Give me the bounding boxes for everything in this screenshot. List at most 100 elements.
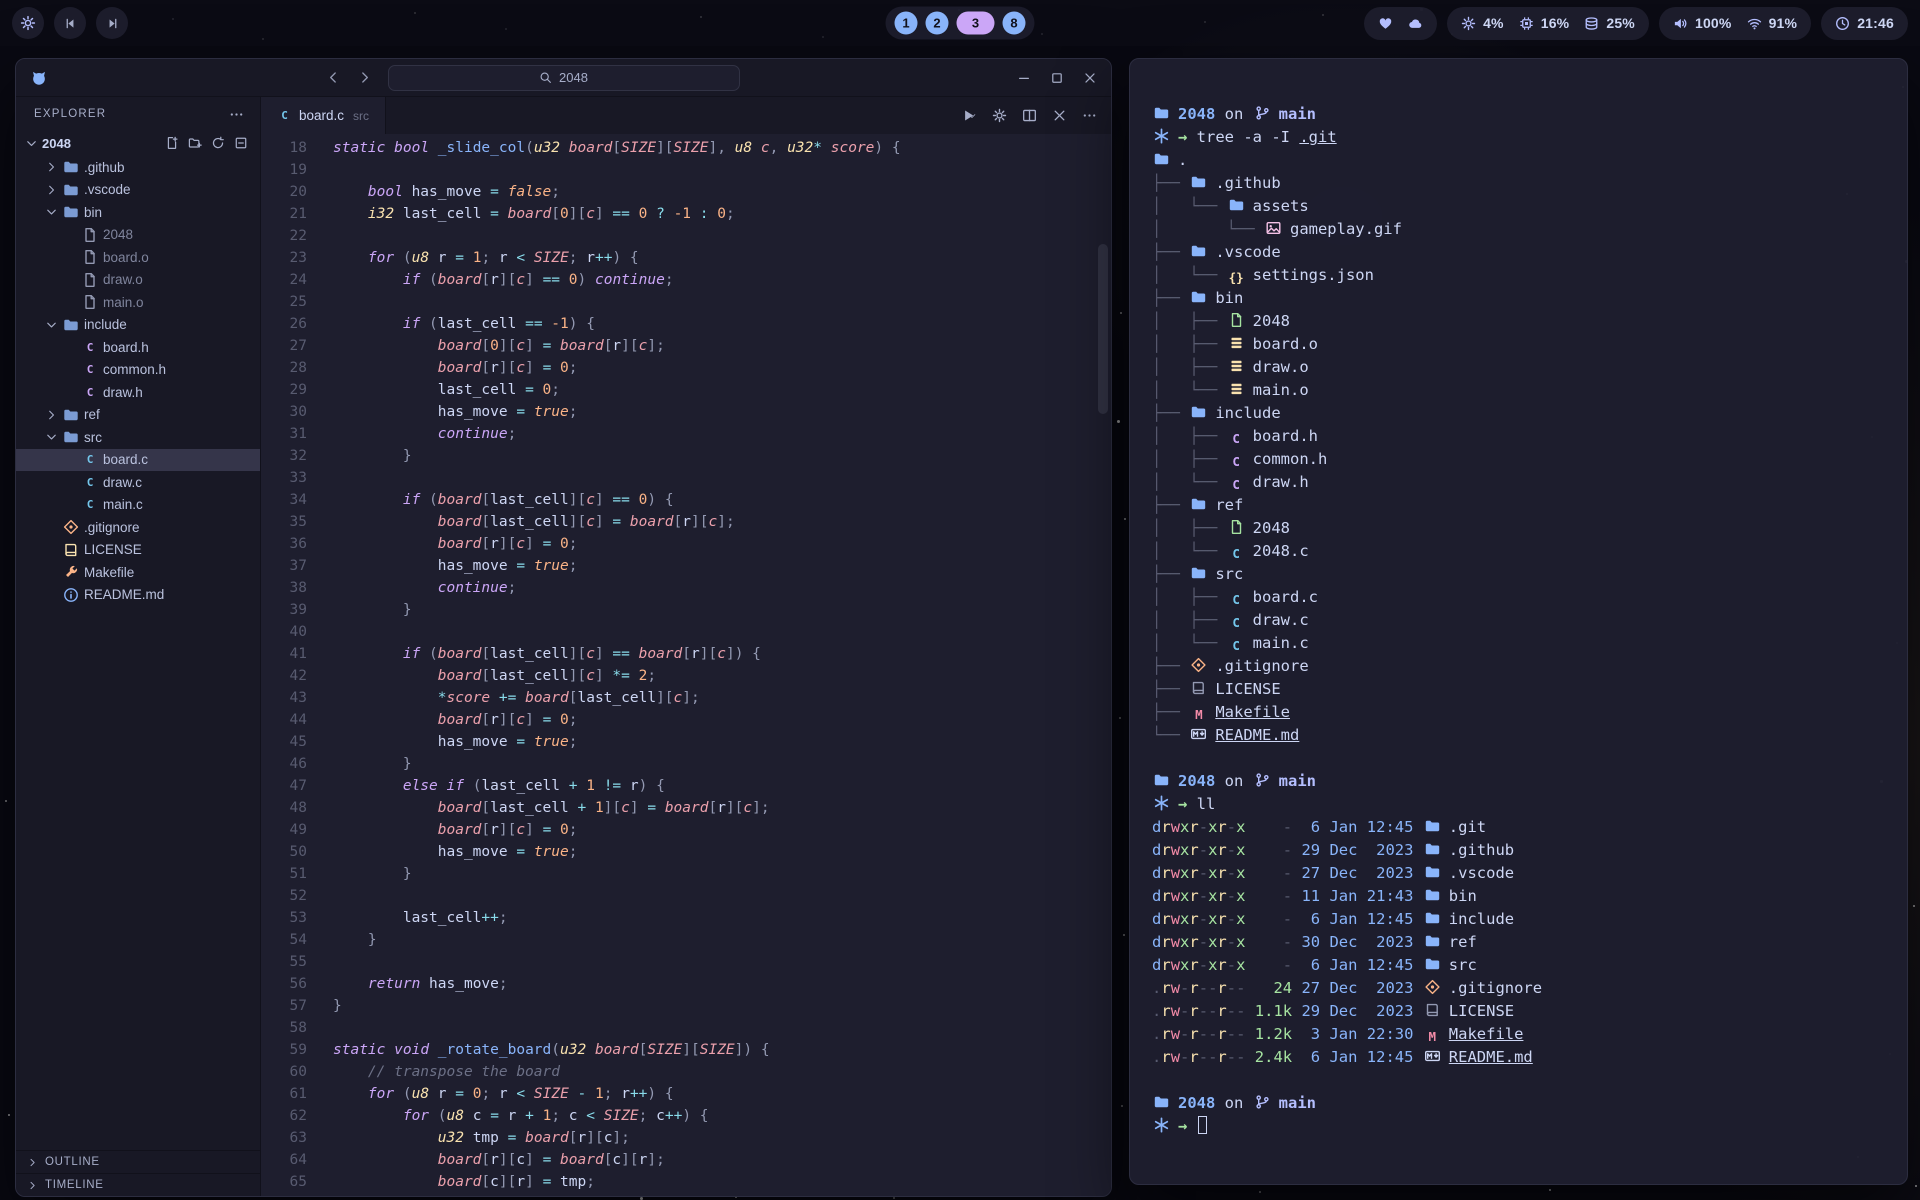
code-line-64[interactable]: 64 board[r][c] = board[c][r];: [261, 1149, 1111, 1171]
settings-gear-icon[interactable]: [992, 108, 1007, 123]
close-editor-icon[interactable]: [1052, 108, 1067, 123]
refresh-icon[interactable]: [211, 136, 225, 150]
explorer-item-draw.o[interactable]: draw.o: [16, 269, 260, 292]
workspace-8[interactable]: 8: [1003, 12, 1026, 35]
status-group-clock[interactable]: 21:46: [1821, 7, 1908, 40]
history-forward-button[interactable]: [357, 70, 372, 85]
code-line-49[interactable]: 49 board[r][c] = 0;: [261, 819, 1111, 841]
minimize-button[interactable]: [1017, 71, 1031, 85]
code-line-33[interactable]: 33: [261, 467, 1111, 489]
code-editor[interactable]: 18static bool _slide_col(u32 board[SIZE]…: [261, 134, 1111, 1196]
split-editor-icon[interactable]: [1022, 108, 1037, 123]
editor-scrollbar[interactable]: [1098, 244, 1108, 414]
code-line-31[interactable]: 31 continue;: [261, 423, 1111, 445]
explorer-root-folder[interactable]: 2048: [16, 131, 260, 155]
code-line-63[interactable]: 63 u32 tmp = board[r][c];: [261, 1127, 1111, 1149]
code-line-36[interactable]: 36 board[r][c] = 0;: [261, 533, 1111, 555]
explorer-item-Makefile[interactable]: Makefile: [16, 561, 260, 584]
code-line-43[interactable]: 43 *score += board[last_cell][c];: [261, 687, 1111, 709]
new-file-icon[interactable]: [165, 136, 179, 150]
code-line-22[interactable]: 22: [261, 225, 1111, 247]
code-line-26[interactable]: 26 if (last_cell == -1) {: [261, 313, 1111, 335]
code-line-39[interactable]: 39 }: [261, 599, 1111, 621]
code-line-29[interactable]: 29 last_cell = 0;: [261, 379, 1111, 401]
status-group-weather[interactable]: [1364, 7, 1437, 40]
maximize-button[interactable]: [1050, 71, 1064, 85]
new-folder-icon[interactable]: [188, 136, 202, 150]
code-line-57[interactable]: 57}: [261, 995, 1111, 1017]
code-line-41[interactable]: 41 if (board[last_cell][c] == board[r][c…: [261, 643, 1111, 665]
code-line-50[interactable]: 50 has_move = true;: [261, 841, 1111, 863]
code-line-60[interactable]: 60 // transpose the board: [261, 1061, 1111, 1083]
run-button[interactable]: [961, 108, 977, 123]
code-line-59[interactable]: 59static void _rotate_board(u32 board[SI…: [261, 1039, 1111, 1061]
code-line-27[interactable]: 27 board[0][c] = board[r][c];: [261, 335, 1111, 357]
history-back-button[interactable]: [326, 70, 341, 85]
explorer-item-2048[interactable]: 2048: [16, 224, 260, 247]
code-line-18[interactable]: 18static bool _slide_col(u32 board[SIZE]…: [261, 137, 1111, 159]
explorer-item-.github[interactable]: .github: [16, 156, 260, 179]
explorer-item-main.c[interactable]: Cmain.c: [16, 494, 260, 517]
tab-board-c[interactable]: C board.c src: [261, 97, 386, 134]
code-line-58[interactable]: 58: [261, 1017, 1111, 1039]
workspace-3[interactable]: 3: [957, 12, 995, 35]
code-line-56[interactable]: 56 return has_move;: [261, 973, 1111, 995]
explorer-item-LICENSE[interactable]: LICENSE: [16, 539, 260, 562]
code-line-28[interactable]: 28 board[r][c] = 0;: [261, 357, 1111, 379]
outline-panel[interactable]: OUTLINE: [16, 1150, 260, 1173]
more-editor-actions-icon[interactable]: [1082, 108, 1097, 123]
terminal-window[interactable]: 2048 on main→ tree -a -I .git.├── .githu…: [1129, 58, 1908, 1185]
code-line-23[interactable]: 23 for (u8 r = 1; r < SIZE; r++) {: [261, 247, 1111, 269]
explorer-item-draw.c[interactable]: Cdraw.c: [16, 471, 260, 494]
explorer-item-.vscode[interactable]: .vscode: [16, 179, 260, 202]
code-line-52[interactable]: 52: [261, 885, 1111, 907]
timeline-panel[interactable]: TIMELINE: [16, 1173, 260, 1196]
code-line-48[interactable]: 48 board[last_cell + 1][c] = board[r][c]…: [261, 797, 1111, 819]
explorer-item-main.o[interactable]: main.o: [16, 291, 260, 314]
code-line-37[interactable]: 37 has_move = true;: [261, 555, 1111, 577]
explorer-more-actions-icon[interactable]: [229, 107, 244, 122]
explorer-item-common.h[interactable]: Ccommon.h: [16, 359, 260, 382]
workspace-1[interactable]: 1: [895, 12, 918, 35]
code-line-38[interactable]: 38 continue;: [261, 577, 1111, 599]
code-line-54[interactable]: 54 }: [261, 929, 1111, 951]
code-line-45[interactable]: 45 has_move = true;: [261, 731, 1111, 753]
code-line-55[interactable]: 55: [261, 951, 1111, 973]
media-previous-button[interactable]: [54, 7, 86, 39]
launcher-button[interactable]: [12, 7, 44, 39]
command-center-search[interactable]: 2048: [388, 65, 740, 91]
explorer-item-ref[interactable]: ref: [16, 404, 260, 427]
code-line-19[interactable]: 19: [261, 159, 1111, 181]
explorer-item-README.md[interactable]: README.md: [16, 584, 260, 607]
code-line-46[interactable]: 46 }: [261, 753, 1111, 775]
code-line-30[interactable]: 30 has_move = true;: [261, 401, 1111, 423]
status-group-audio-network[interactable]: 100%91%: [1659, 7, 1811, 40]
explorer-item-draw.h[interactable]: Cdraw.h: [16, 381, 260, 404]
code-line-53[interactable]: 53 last_cell++;: [261, 907, 1111, 929]
collapse-all-icon[interactable]: [234, 136, 248, 150]
explorer-item-board.c[interactable]: Cboard.c: [16, 449, 260, 472]
code-line-21[interactable]: 21 i32 last_cell = board[0][c] == 0 ? -1…: [261, 203, 1111, 225]
code-line-35[interactable]: 35 board[last_cell][c] = board[r][c];: [261, 511, 1111, 533]
explorer-item-.gitignore[interactable]: .gitignore: [16, 516, 260, 539]
close-window-button[interactable]: [1083, 71, 1097, 85]
code-line-34[interactable]: 34 if (board[last_cell][c] == 0) {: [261, 489, 1111, 511]
code-line-20[interactable]: 20 bool has_move = false;: [261, 181, 1111, 203]
code-line-62[interactable]: 62 for (u8 c = r + 1; c < SIZE; c++) {: [261, 1105, 1111, 1127]
workspace-2[interactable]: 2: [926, 12, 949, 35]
explorer-item-board.h[interactable]: Cboard.h: [16, 336, 260, 359]
code-line-40[interactable]: 40: [261, 621, 1111, 643]
explorer-item-bin[interactable]: bin: [16, 201, 260, 224]
explorer-item-include[interactable]: include: [16, 314, 260, 337]
code-line-42[interactable]: 42 board[last_cell][c] *= 2;: [261, 665, 1111, 687]
media-next-button[interactable]: [96, 7, 128, 39]
code-line-51[interactable]: 51 }: [261, 863, 1111, 885]
explorer-item-board.o[interactable]: board.o: [16, 246, 260, 269]
explorer-item-src[interactable]: src: [16, 426, 260, 449]
code-line-47[interactable]: 47 else if (last_cell + 1 != r) {: [261, 775, 1111, 797]
status-group-system[interactable]: 4%16%25%: [1447, 7, 1649, 40]
code-line-65[interactable]: 65 board[c][r] = tmp;: [261, 1171, 1111, 1193]
code-line-61[interactable]: 61 for (u8 r = 0; r < SIZE - 1; r++) {: [261, 1083, 1111, 1105]
code-line-32[interactable]: 32 }: [261, 445, 1111, 467]
code-line-25[interactable]: 25: [261, 291, 1111, 313]
